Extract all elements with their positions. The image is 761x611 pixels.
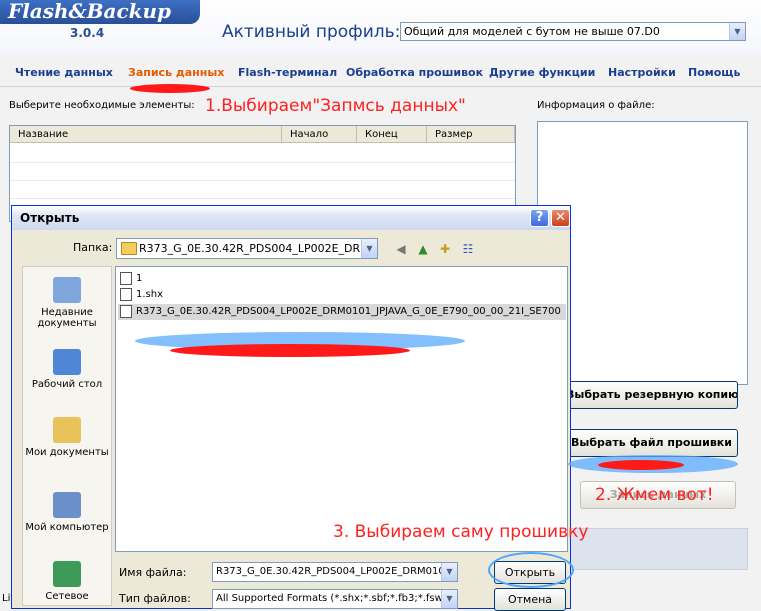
view-menu-icon[interactable]: ☷ bbox=[460, 241, 476, 257]
list-item[interactable]: R373_G_0E.30.42R_PDS004_LP002E_DRM0101_J… bbox=[118, 304, 566, 320]
chevron-down-icon[interactable]: ▼ bbox=[441, 590, 457, 608]
place-label: Недавние документы bbox=[37, 307, 97, 329]
tab-help[interactable]: Помощь bbox=[688, 66, 740, 79]
chevron-down-icon[interactable]: ▼ bbox=[361, 239, 377, 258]
column-header-name[interactable]: Название bbox=[10, 126, 282, 143]
annotation-circle bbox=[488, 552, 574, 588]
chevron-down-icon[interactable]: ▼ bbox=[729, 23, 745, 40]
filetype-select[interactable]: All Supported Formats (*.shx;*.sbf;*.fb3… bbox=[212, 589, 458, 609]
tab-other-functions[interactable]: Другие функции bbox=[489, 66, 595, 79]
app-version: 3.0.4 bbox=[70, 26, 105, 40]
select-firmware-button[interactable]: Выбрать файл прошивки bbox=[565, 429, 738, 457]
place-desktop[interactable]: Рабочий стол bbox=[23, 349, 111, 390]
folder-select[interactable]: R373_G_0E.30.42R_PDS004_LP002E_DRM0101 ▼ bbox=[116, 238, 378, 259]
place-label: Сетевое bbox=[45, 591, 89, 602]
cancel-button[interactable]: Отмена bbox=[494, 588, 566, 611]
file-list[interactable]: 1 1.shx R373_G_0E.30.42R_PDS004_LP002E_D… bbox=[115, 266, 568, 552]
select-elements-label: Выберите необходимые элементы: bbox=[9, 100, 195, 111]
network-icon bbox=[53, 561, 81, 587]
file-name: 1.shx bbox=[136, 289, 164, 300]
profile-select-value: Общий для моделей с бутом не выше 07.D0 bbox=[404, 25, 660, 38]
file-info-label: Информация о файле: bbox=[537, 100, 655, 111]
help-icon[interactable]: ? bbox=[530, 209, 549, 227]
new-folder-icon[interactable]: ✚ bbox=[437, 241, 453, 257]
app-logo: Flash&Backup bbox=[0, 0, 200, 24]
my-computer-icon bbox=[53, 492, 81, 518]
filetype-label: Тип файлов: bbox=[119, 592, 191, 605]
list-item[interactable]: 1.shx bbox=[118, 287, 566, 303]
annotation-step2: 2. Жмем вот! bbox=[595, 485, 714, 505]
select-backup-button[interactable]: Выбрать резервную копию bbox=[565, 381, 738, 409]
filename-label: Имя файла: bbox=[119, 566, 187, 579]
up-folder-icon[interactable]: ▲ bbox=[415, 241, 431, 257]
place-network[interactable]: Сетевое bbox=[23, 561, 111, 602]
file-name: 1 bbox=[136, 273, 143, 284]
list-item[interactable]: 1 bbox=[118, 271, 566, 287]
filetype-value: All Supported Formats (*.shx;*.sbf;*.fb3… bbox=[216, 593, 458, 604]
tab-write-data[interactable]: Запись данных bbox=[128, 66, 224, 79]
table-row bbox=[10, 198, 515, 199]
close-icon[interactable]: ✕ bbox=[551, 209, 570, 227]
file-name: R373_G_0E.30.42R_PDS004_LP002E_DRM0101_J… bbox=[136, 306, 561, 317]
nav-divider bbox=[0, 86, 761, 87]
place-label: Рабочий стол bbox=[31, 379, 103, 390]
tab-flash-terminal[interactable]: Flash-терминал bbox=[238, 66, 337, 79]
tab-read-data[interactable]: Чтение данных bbox=[15, 66, 113, 79]
open-file-dialog: Открыть ? ✕ Папка: R373_G_0E.30.42R_PDS0… bbox=[11, 205, 571, 611]
place-label: Мой компьютер bbox=[25, 522, 109, 533]
back-icon[interactable]: ◀ bbox=[393, 241, 409, 257]
tab-firmware-processing[interactable]: Обработка прошивок bbox=[346, 66, 483, 79]
column-header-start[interactable]: Начало bbox=[282, 126, 357, 143]
place-my-computer[interactable]: Мой компьютер bbox=[23, 492, 111, 533]
filename-value: R373_G_0E.30.42R_PDS004_LP002E_DRM0101 bbox=[216, 566, 452, 577]
folder-icon bbox=[121, 242, 137, 255]
table-row bbox=[10, 162, 515, 163]
file-icon bbox=[120, 304, 132, 318]
file-icon bbox=[120, 271, 132, 285]
folder-label: Папка: bbox=[73, 241, 113, 254]
annotation-scribble bbox=[130, 84, 210, 93]
my-documents-icon bbox=[53, 417, 81, 443]
annotation-scribble bbox=[170, 344, 410, 357]
file-icon bbox=[120, 287, 132, 301]
place-label: Мои документы bbox=[25, 447, 109, 458]
tab-settings[interactable]: Настройки bbox=[608, 66, 676, 79]
filename-input[interactable]: R373_G_0E.30.42R_PDS004_LP002E_DRM0101 ▼ bbox=[212, 562, 458, 582]
active-profile-label: Активный профиль: bbox=[222, 22, 401, 42]
dialog-title: Открыть bbox=[12, 206, 570, 230]
table-row bbox=[10, 180, 515, 181]
places-bar: Недавние документы Рабочий стол Мои доку… bbox=[22, 266, 112, 606]
annotation-step3: 3. Выбираем саму прошивку bbox=[333, 522, 589, 542]
profile-select[interactable]: Общий для моделей с бутом не выше 07.D0 … bbox=[400, 22, 746, 41]
annotation-scribble bbox=[598, 460, 684, 470]
annotation-step1: 1.Выбираем"Запмсь данных" bbox=[205, 96, 466, 116]
column-header-size[interactable]: Размер bbox=[427, 126, 515, 143]
place-my-documents[interactable]: Мои документы bbox=[23, 417, 111, 458]
desktop-icon bbox=[53, 349, 81, 375]
folder-select-value: R373_G_0E.30.42R_PDS004_LP002E_DRM0101 bbox=[139, 242, 378, 255]
main-nav: Чтение данных Запись данных Flash-термин… bbox=[0, 60, 761, 86]
recent-documents-icon bbox=[53, 277, 81, 303]
column-header-end[interactable]: Конец bbox=[357, 126, 427, 143]
place-recent-documents[interactable]: Недавние документы bbox=[23, 277, 111, 329]
chevron-down-icon[interactable]: ▼ bbox=[441, 563, 457, 581]
